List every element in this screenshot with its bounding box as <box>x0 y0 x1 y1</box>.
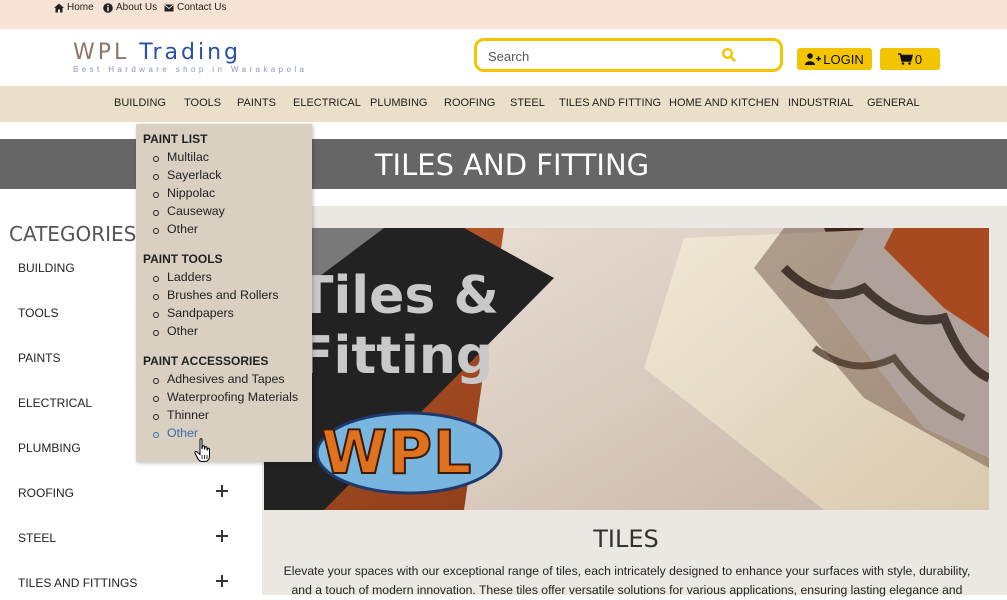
section-description: Elevate your spaces with our exceptional… <box>266 562 988 600</box>
hero-wpl-logo: WPL <box>320 417 473 489</box>
contact-us-link[interactable]: Contact Us <box>164 2 226 13</box>
hero-text: Tiles & Fitting <box>298 266 499 386</box>
logo-tagline: Best Hardware shop in Warakapola <box>73 65 308 74</box>
top-bar: Home About Us Contact Us <box>0 0 1007 29</box>
hero-line-2: Fitting <box>298 326 494 386</box>
site-logo[interactable]: WPL Trading <box>73 40 241 65</box>
search-box <box>474 38 783 72</box>
paint-list-heading: PAINT LIST <box>143 132 208 146</box>
paint-accessories-heading: PAINT ACCESSORIES <box>143 354 269 368</box>
site-header: WPL Trading Best Hardware shop in Waraka… <box>0 29 1007 85</box>
category-electrical[interactable]: ELECTRICAL <box>18 396 92 410</box>
nav-tiles-and-fitting[interactable]: TILES AND FITTING <box>559 97 661 109</box>
nav-electrical[interactable]: ELECTRICAL <box>293 97 361 109</box>
hero-image: Tiles & Fitting WPL <box>264 228 989 510</box>
search-icon[interactable] <box>721 47 737 63</box>
nav-building[interactable]: BUILDING <box>114 97 166 109</box>
contact-us-link-label: Contact Us <box>177 2 227 13</box>
home-link-label: Home <box>67 2 94 13</box>
logo-word-wpl: WPL <box>73 40 130 65</box>
hand-pointer-cursor-icon <box>194 438 210 462</box>
nav-tools[interactable]: TOOLS <box>184 97 221 109</box>
menu-item-causeway[interactable]: Causeway <box>153 204 225 218</box>
expand-tiles-plus-icon[interactable] <box>216 575 228 587</box>
nav-home-and-kitchen[interactable]: HOME AND KITCHEN <box>669 97 779 109</box>
envelope-icon <box>164 4 174 11</box>
menu-item-nippolac[interactable]: Nippolac <box>152 186 215 200</box>
expand-steel-plus-icon[interactable] <box>216 530 228 542</box>
category-roofing[interactable]: ROOFING <box>18 486 74 500</box>
logo-word-trading: Trading <box>139 40 241 65</box>
category-tools[interactable]: TOOLS <box>18 306 58 320</box>
expand-roofing-plus-icon[interactable] <box>216 485 228 497</box>
category-paints[interactable]: PAINTS <box>18 351 60 365</box>
category-tiles-and-fittings[interactable]: TILES AND FITTINGS <box>18 576 137 590</box>
nav-paints[interactable]: PAINTS <box>237 97 276 109</box>
menu-item-tools-other[interactable]: Other <box>153 324 198 338</box>
category-steel[interactable]: STEEL <box>18 531 56 545</box>
about-us-link[interactable]: About Us <box>103 2 157 13</box>
menu-item-multilac[interactable]: Multilac <box>153 150 209 164</box>
menu-item-sayerlack[interactable]: Sayerlack <box>152 168 221 182</box>
cart-icon <box>897 53 913 65</box>
about-us-link-label: About Us <box>116 2 158 13</box>
paints-dropdown-menu: PAINT LIST Multilac Sayerlack Nippolac C… <box>136 124 312 462</box>
nav-plumbing[interactable]: PLUMBING <box>370 97 427 109</box>
cart-button[interactable]: 0 <box>880 48 940 70</box>
login-button[interactable]: LOGIN <box>797 48 872 70</box>
user-plus-icon <box>805 53 822 65</box>
menu-item-waterproofing[interactable]: Waterproofing Materials <box>152 390 298 404</box>
hero-line-1: Tiles & <box>298 266 499 326</box>
search-input[interactable] <box>488 47 708 65</box>
nav-roofing[interactable]: ROOFING <box>444 97 495 109</box>
categories-heading: CATEGORIES <box>9 222 137 246</box>
cart-count: 0 <box>914 51 923 67</box>
menu-item-brushes-rollers[interactable]: Brushes and Rollers <box>153 288 279 302</box>
paint-tools-heading: PAINT TOOLS <box>143 252 223 266</box>
menu-item-sandpapers[interactable]: Sandpapers <box>153 306 234 320</box>
menu-item-adhesives-tapes[interactable]: Adhesives and Tapes <box>153 372 285 386</box>
description-line-2: and a touch of modern innovation. These … <box>291 583 963 597</box>
description-line-1: Elevate your spaces with our exceptional… <box>283 564 971 578</box>
category-plumbing[interactable]: PLUMBING <box>18 441 81 455</box>
nav-steel[interactable]: STEEL <box>510 97 545 109</box>
menu-item-thinner[interactable]: Thinner <box>152 408 209 422</box>
menu-item-paint-other[interactable]: Other <box>153 222 198 236</box>
home-link[interactable]: Home <box>54 2 94 13</box>
category-building[interactable]: BUILDING <box>18 261 75 275</box>
nav-industrial[interactable]: INDUSTRIAL <box>788 97 853 109</box>
main-nav: BUILDING TOOLS PAINTS ELECTRICAL PLUMBIN… <box>0 86 1007 122</box>
home-icon <box>54 3 64 12</box>
section-title: TILES <box>593 525 659 553</box>
login-label: LOGIN <box>823 51 864 67</box>
nav-general[interactable]: GENERAL <box>867 97 920 109</box>
info-icon <box>103 2 113 13</box>
menu-item-ladders[interactable]: Ladders <box>153 270 212 284</box>
